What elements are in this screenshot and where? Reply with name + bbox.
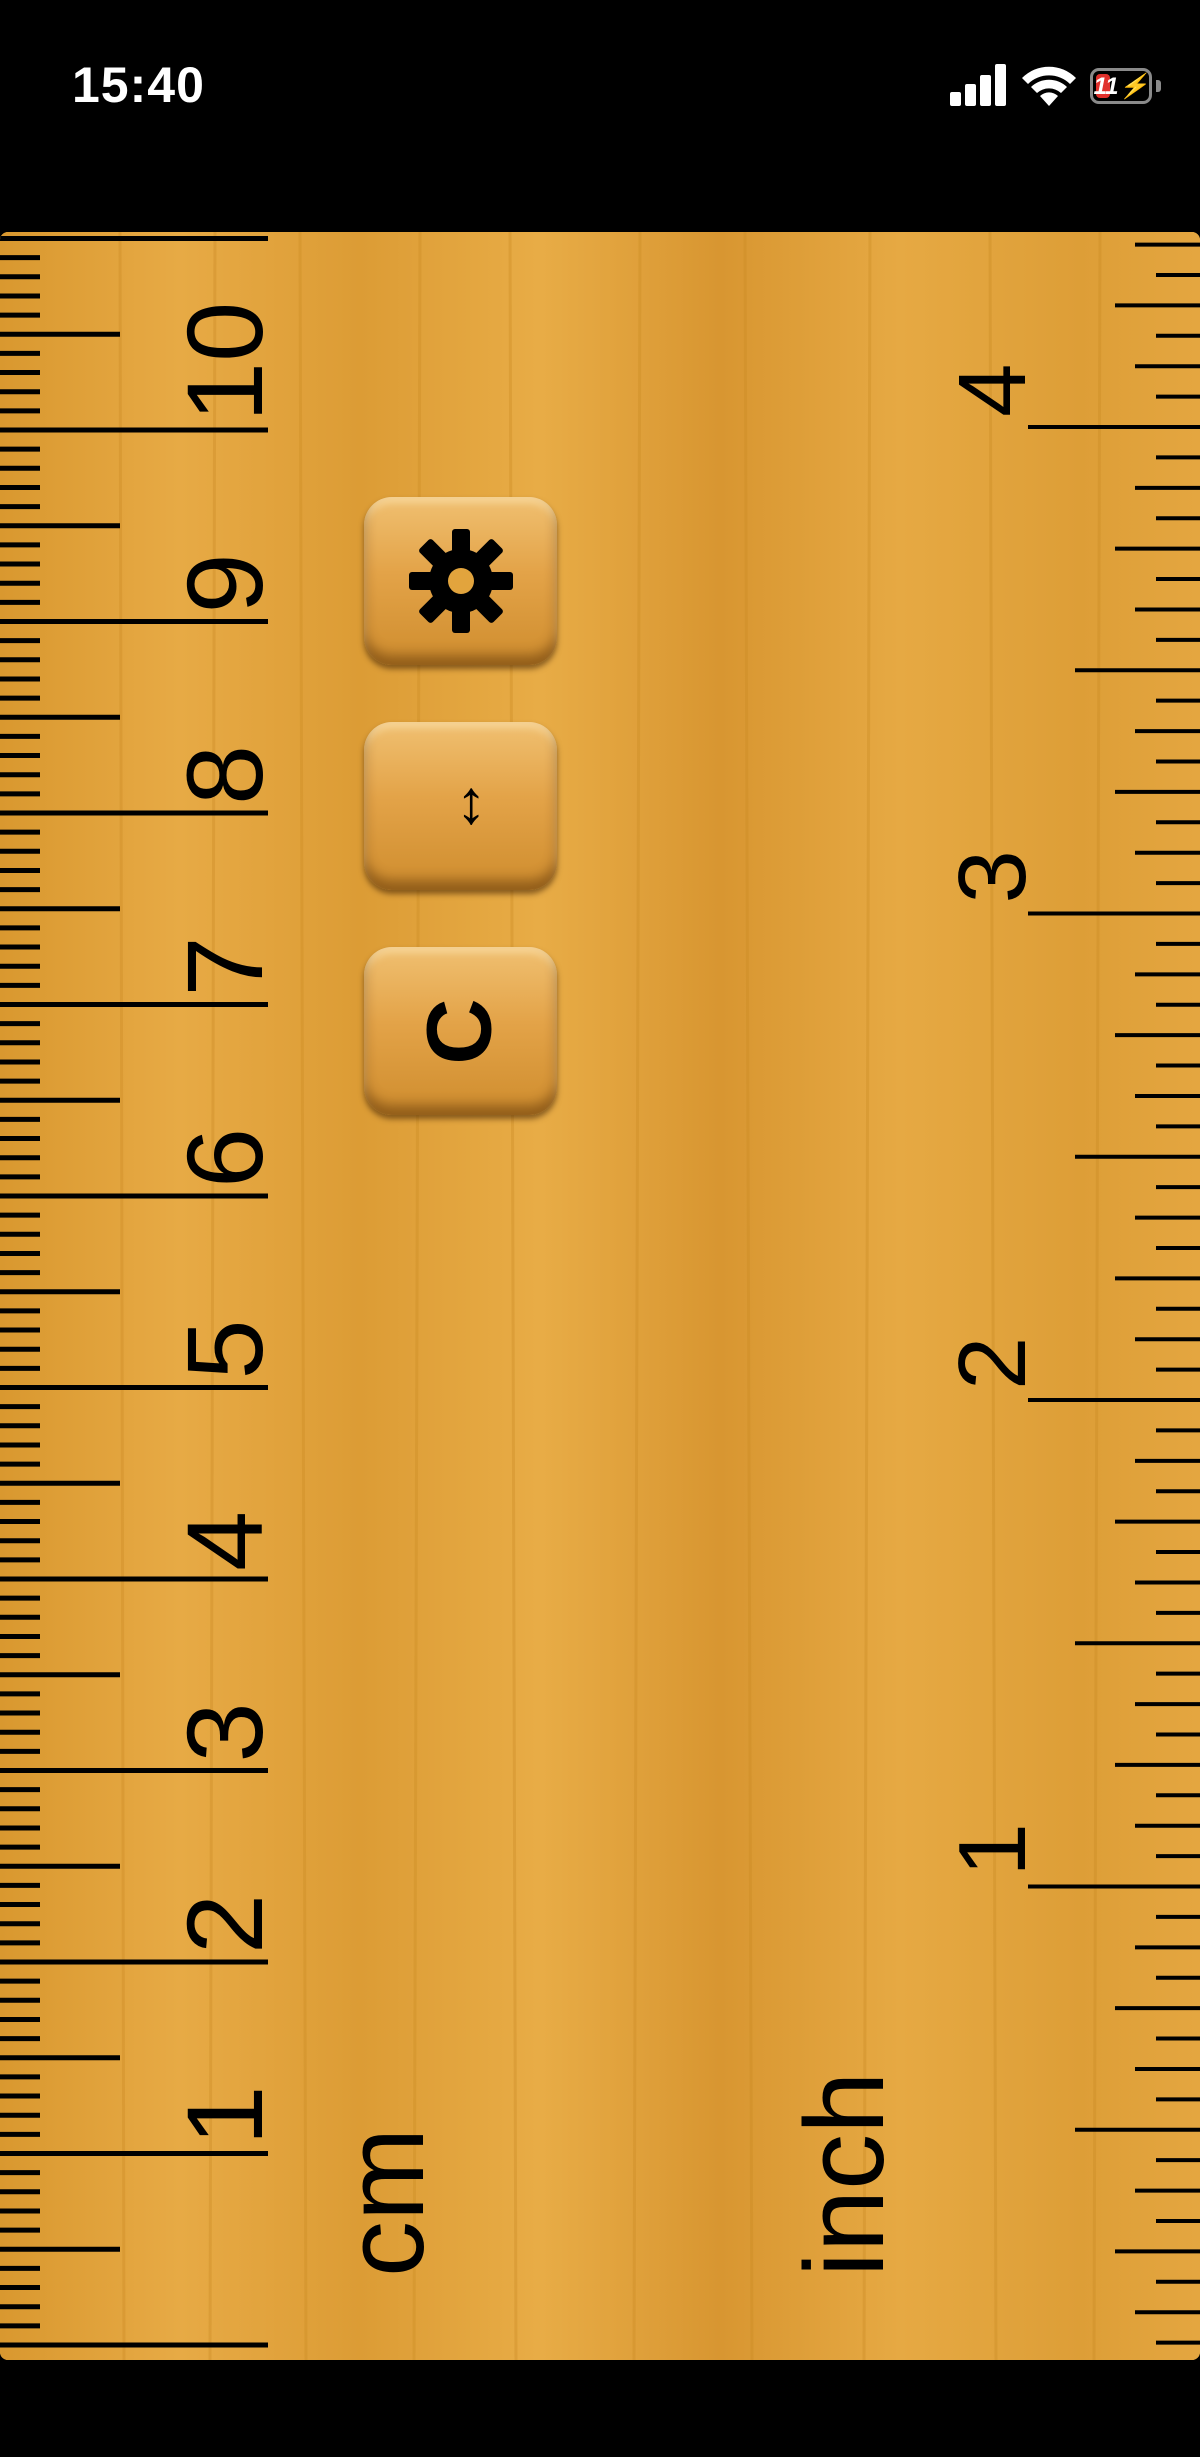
home-indicator-area <box>0 2360 1200 2457</box>
battery-charging-icon: 11⚡ <box>1090 68 1152 104</box>
inch-scale: 1 2 3 4 <box>939 242 1200 2345</box>
inch-number: 4 <box>939 364 1046 417</box>
clear-button[interactable]: C <box>364 947 557 1115</box>
battery-level: 11 <box>1093 73 1119 100</box>
gear-icon <box>408 529 513 633</box>
status-bar: 15:40 11⚡ <box>0 0 1200 170</box>
cm-unit-label: cm <box>322 2127 447 2277</box>
wifi-icon <box>1022 66 1076 106</box>
battery-cap <box>1156 80 1161 92</box>
status-time: 15:40 <box>72 57 205 113</box>
horizontal-arrows-icon: ↔ <box>426 775 495 837</box>
flip-direction-button[interactable]: ↔ <box>364 722 557 890</box>
inch-unit-label: inch <box>782 2071 907 2277</box>
app-root: 15:40 11⚡ 1 2 3 4 5 6 7 8 9 10 1 2 3 4 c… <box>0 0 1200 2457</box>
inch-number: 1 <box>939 1823 1046 1876</box>
inch-number: 2 <box>939 1337 1046 1390</box>
inch-number: 3 <box>939 850 1046 903</box>
ruler[interactable]: 1234567891011 1234 cm inch <box>0 232 1200 2360</box>
settings-button[interactable] <box>364 497 557 665</box>
signal-icon <box>950 62 1008 106</box>
clear-button-label: C <box>408 997 511 1065</box>
